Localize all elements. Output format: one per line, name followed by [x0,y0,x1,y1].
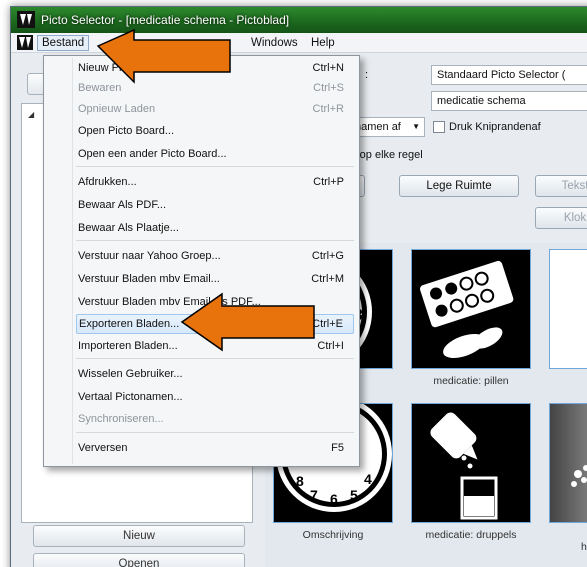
arrow-pointing-bestand-icon [96,28,231,84]
klok-button[interactable]: Klok [535,207,587,229]
open-button[interactable]: Openen [33,553,245,567]
clock-number-5: 5 [350,487,358,503]
menu-item-label: Exporteren Bladen... [79,318,180,330]
menu-item-shortcut: Ctrl+I [317,340,344,352]
menu-item-shortcut: F5 [331,442,344,454]
menu-item-open-picto-board[interactable]: Open Picto Board... [76,121,354,141]
clock-number-6: 6 [330,491,338,507]
pills-icon [420,260,514,359]
names-dropdown-value: namen af [355,121,401,133]
file-menu-dropdown: Nieuw Pictoblad Ctrl+N Bewaren Ctrl+S Opnieu… [43,55,360,467]
menu-item-label: Vertaal Pictonamen... [78,391,183,403]
menu-help[interactable]: Help [307,35,339,51]
caption-tile-4: Omschrijving [302,529,364,541]
menu-item-label: Open Picto Board... [78,125,174,137]
tree-expander-icon[interactable]: ◢ [28,110,34,119]
window-title: Picto Selector - [medicatie schema - Pic… [41,13,290,27]
menu-item-opnieuw-laden[interactable]: Opnieuw Laden Ctrl+R [76,99,354,119]
picto-tile-pills[interactable] [411,249,531,369]
lege-ruimte-button[interactable]: Lege Ruimte [399,175,519,197]
menu-item-label: Afdrukken... [78,176,137,188]
picto-tile-empty[interactable] [549,249,587,369]
homeopathy-granules-icon [571,465,587,487]
menu-item-label: Verstuur naar Yahoo Groep... [78,250,221,262]
menu-item-afdrukken[interactable]: Afdrukken... Ctrl+P [76,172,354,192]
picto-menu-icon[interactable] [17,35,33,50]
new-button[interactable]: Nieuw [33,525,245,547]
caption-tile-6b: homeop [581,541,587,553]
menu-item-verstuur-naar-yahoo-groep[interactable]: Verstuur naar Yahoo Groep... Ctrl+G [76,246,354,266]
dropdown-arrow-icon: ▼ [412,122,420,131]
menu-item-label: Verversen [78,442,128,454]
picto-tile-homeopathy[interactable] [549,403,587,523]
menu-separator [76,240,354,241]
per-row-label: 's op elke regel [349,149,423,161]
print-cut-edges-checkbox[interactable] [433,121,445,133]
menu-item-bewaar-als-pdf[interactable]: Bewaar Als PDF... [76,195,354,215]
menu-item-shortcut: Ctrl+S [313,82,344,94]
caption-tile-5: medicatie: druppels [425,529,517,541]
menu-item-shortcut: Ctrl+G [311,250,344,262]
clock-number-7: 7 [310,487,318,503]
menu-item-label: Bewaar Als PDF... [78,199,167,211]
caption-tile-6a: me [544,529,587,541]
menu-item-verstuur-bladen-mbv-email[interactable]: Verstuur Bladen mbv Email... Ctrl+M [76,269,354,289]
menu-item-label: Open een ander Picto Board... [78,148,227,160]
menu-item-synchroniseren[interactable]: Synchroniseren... [76,409,354,429]
menu-item-label: Wisselen Gebruiker... [78,368,183,380]
menu-windows[interactable]: Windows [247,35,302,51]
picto-app-icon [17,11,35,28]
menu-separator [76,358,354,359]
menu-item-verversen[interactable]: Verversen F5 [76,438,354,458]
picto-tile-drops[interactable] [411,403,531,523]
menu-item-label: Synchroniseren... [78,413,164,425]
menu-item-label: Bewaar Als Plaatje... [78,222,179,234]
menu-separator [76,166,354,167]
menu-item-label: Verstuur Bladen mbv Email... [78,273,220,285]
menu-gutter [72,58,73,464]
menu-item-shortcut: Ctrl+R [312,103,344,115]
eye-drops-icon [430,412,498,520]
arrow-pointing-exporteren-icon [180,292,315,352]
menu-item-label: Importeren Bladen... [78,340,178,352]
menu-bestand[interactable]: Bestand [37,35,90,51]
tekst-button[interactable]: Tekst [535,175,587,197]
menu-item-wisselen-gebruiker[interactable]: Wisselen Gebruiker... [76,364,354,384]
selector-label-colon: : [365,69,369,81]
document-name-field[interactable]: medicatie schema [431,91,587,111]
clock-number-4: 4 [364,471,372,487]
names-dropdown[interactable]: namen af ▼ [349,117,425,137]
print-cut-edges-label: Druk Kniprandenaf [449,121,541,133]
menu-item-open-een-ander-picto-board[interactable]: Open een ander Picto Board... [76,144,354,164]
menu-item-shortcut: Ctrl+M [311,273,344,285]
menu-separator [76,432,354,433]
menu-item-label: Opnieuw Laden [78,103,156,115]
clock-number-8: 8 [296,473,304,489]
menu-item-vertaal-pictonamen[interactable]: Vertaal Pictonamen... [76,387,354,407]
menu-item-shortcut: Ctrl+P [313,176,344,188]
menu-item-bewaar-als-plaatje[interactable]: Bewaar Als Plaatje... [76,218,354,238]
menu-item-shortcut: Ctrl+N [312,62,344,74]
selector-dropdown[interactable]: Standaard Picto Selector ( [431,65,587,85]
caption-tile-2: medicatie: pillen [433,375,509,387]
